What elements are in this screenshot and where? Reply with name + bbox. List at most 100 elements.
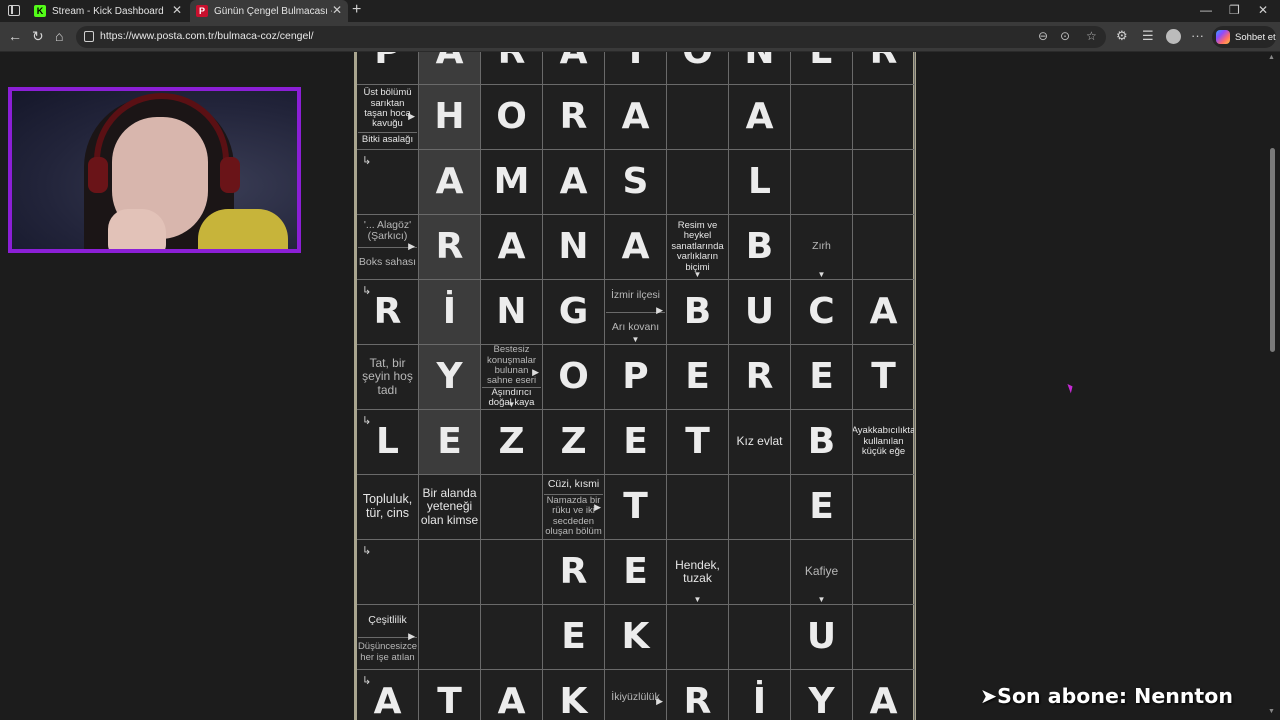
grid-cell[interactable]: A bbox=[419, 52, 481, 85]
grid-cell[interactable] bbox=[419, 605, 481, 670]
restore-icon[interactable]: ❐ bbox=[1229, 3, 1240, 17]
home-icon[interactable]: ⌂ bbox=[55, 28, 63, 44]
grid-cell[interactable] bbox=[667, 150, 729, 215]
close-icon[interactable]: ✕ bbox=[332, 3, 342, 17]
grid-cell[interactable]: A bbox=[605, 85, 667, 150]
grid-cell[interactable]: H bbox=[419, 85, 481, 150]
page-scrollbar[interactable]: ▲ ▼ bbox=[1268, 52, 1276, 720]
grid-cell[interactable]: U bbox=[791, 605, 853, 670]
grid-cell[interactable]: A bbox=[729, 85, 791, 150]
grid-cell[interactable] bbox=[853, 85, 915, 150]
more-menu-icon[interactable]: ··· bbox=[1191, 28, 1204, 43]
grid-cell[interactable]: ↳ bbox=[357, 540, 419, 605]
profile-avatar[interactable] bbox=[1166, 29, 1181, 44]
grid-cell[interactable] bbox=[791, 85, 853, 150]
url-text[interactable]: https://www.posta.com.tr/bulmaca-coz/cen… bbox=[100, 30, 314, 42]
grid-cell[interactable]: ↳ bbox=[357, 150, 419, 215]
grid-cell[interactable] bbox=[729, 540, 791, 605]
grid-cell[interactable]: R bbox=[481, 52, 543, 85]
grid-cell[interactable]: T bbox=[419, 670, 481, 720]
grid-cell[interactable]: R bbox=[667, 670, 729, 720]
grid-cell[interactable] bbox=[791, 150, 853, 215]
grid-cell[interactable]: T bbox=[853, 345, 915, 410]
grid-cell[interactable] bbox=[667, 475, 729, 540]
grid-cell[interactable]: ↳ L bbox=[357, 410, 419, 475]
favorites-icon[interactable]: ☰ bbox=[1142, 28, 1154, 44]
grid-cell[interactable] bbox=[853, 215, 915, 280]
address-bar[interactable]: https://www.posta.com.tr/bulmaca-coz/cen… bbox=[76, 26, 1106, 48]
back-icon[interactable]: ← bbox=[8, 28, 22, 44]
grid-cell[interactable]: G bbox=[543, 280, 605, 345]
grid-cell[interactable]: N bbox=[729, 52, 791, 85]
grid-cell[interactable]: L bbox=[729, 150, 791, 215]
grid-cell[interactable]: P bbox=[357, 52, 419, 85]
extensions-icon[interactable]: ⚙ bbox=[1116, 28, 1128, 44]
grid-cell[interactable]: A bbox=[543, 150, 605, 215]
grid-cell[interactable]: R bbox=[853, 52, 915, 85]
grid-cell[interactable]: B bbox=[667, 280, 729, 345]
scroll-up-icon[interactable]: ▲ bbox=[1268, 54, 1275, 61]
grid-cell[interactable] bbox=[667, 85, 729, 150]
grid-cell[interactable]: P bbox=[605, 345, 667, 410]
grid-cell[interactable] bbox=[481, 540, 543, 605]
grid-cell[interactable]: O bbox=[543, 345, 605, 410]
grid-cell[interactable]: O bbox=[481, 85, 543, 150]
grid-cell[interactable]: A bbox=[481, 670, 543, 720]
grid-cell[interactable]: U bbox=[729, 280, 791, 345]
grid-cell[interactable]: N bbox=[543, 215, 605, 280]
grid-cell[interactable]: T bbox=[667, 410, 729, 475]
copilot-chat-button[interactable]: Sohbet et bbox=[1212, 26, 1276, 48]
grid-cell[interactable]: K bbox=[543, 670, 605, 720]
grid-cell[interactable]: E bbox=[791, 475, 853, 540]
grid-cell[interactable] bbox=[667, 605, 729, 670]
new-tab-icon[interactable]: + bbox=[352, 1, 361, 19]
grid-cell[interactable]: A bbox=[543, 52, 605, 85]
grid-cell[interactable]: B bbox=[791, 410, 853, 475]
zoom-icon[interactable]: ⊖ bbox=[1038, 29, 1048, 43]
grid-cell[interactable]: E bbox=[419, 410, 481, 475]
grid-cell[interactable]: Y bbox=[419, 345, 481, 410]
minimize-icon[interactable]: — bbox=[1200, 3, 1212, 17]
grid-cell[interactable]: İ bbox=[419, 280, 481, 345]
grid-cell[interactable]: C bbox=[791, 280, 853, 345]
window-menu-icon[interactable] bbox=[8, 5, 20, 16]
grid-cell[interactable] bbox=[481, 605, 543, 670]
grid-cell[interactable]: T bbox=[605, 475, 667, 540]
grid-cell[interactable] bbox=[729, 605, 791, 670]
grid-cell[interactable]: Y bbox=[791, 670, 853, 720]
grid-cell[interactable]: Z bbox=[481, 410, 543, 475]
grid-cell[interactable]: A bbox=[481, 215, 543, 280]
grid-cell[interactable]: R bbox=[729, 345, 791, 410]
grid-cell[interactable]: A bbox=[419, 150, 481, 215]
tab-posta-crossword[interactable]: P Günün Çengel Bulmacası - Bugün ✕ bbox=[190, 0, 348, 22]
grid-cell[interactable] bbox=[853, 540, 915, 605]
grid-cell[interactable]: T bbox=[605, 52, 667, 85]
grid-cell[interactable] bbox=[419, 540, 481, 605]
grid-cell[interactable]: N bbox=[481, 280, 543, 345]
grid-cell[interactable]: E bbox=[667, 345, 729, 410]
grid-cell[interactable]: B bbox=[729, 215, 791, 280]
reload-icon[interactable]: ↻ bbox=[32, 28, 44, 45]
grid-cell[interactable]: A bbox=[853, 670, 915, 720]
grid-cell[interactable]: K bbox=[605, 605, 667, 670]
grid-cell[interactable]: ↳ A bbox=[357, 670, 419, 720]
window-close-icon[interactable]: ✕ bbox=[1258, 3, 1268, 17]
reader-icon[interactable]: ⊙ bbox=[1060, 29, 1070, 43]
grid-cell[interactable]: M bbox=[481, 150, 543, 215]
grid-cell[interactable]: R bbox=[543, 540, 605, 605]
tab-kick-dashboard[interactable]: K Stream - Kick Dashboard ✕ bbox=[28, 0, 188, 22]
grid-cell[interactable] bbox=[853, 475, 915, 540]
grid-cell[interactable]: E bbox=[791, 52, 853, 85]
grid-cell[interactable]: E bbox=[791, 345, 853, 410]
close-icon[interactable]: ✕ bbox=[172, 3, 182, 17]
scroll-thumb[interactable] bbox=[1270, 148, 1275, 352]
grid-cell[interactable]: S bbox=[605, 150, 667, 215]
grid-cell[interactable]: E bbox=[543, 605, 605, 670]
grid-cell[interactable]: E bbox=[605, 410, 667, 475]
grid-cell[interactable] bbox=[481, 475, 543, 540]
lock-icon[interactable] bbox=[84, 31, 94, 42]
grid-cell[interactable] bbox=[729, 475, 791, 540]
scroll-down-icon[interactable]: ▼ bbox=[1268, 708, 1275, 715]
grid-cell[interactable]: İ bbox=[729, 670, 791, 720]
grid-cell[interactable]: ↳ R bbox=[357, 280, 419, 345]
